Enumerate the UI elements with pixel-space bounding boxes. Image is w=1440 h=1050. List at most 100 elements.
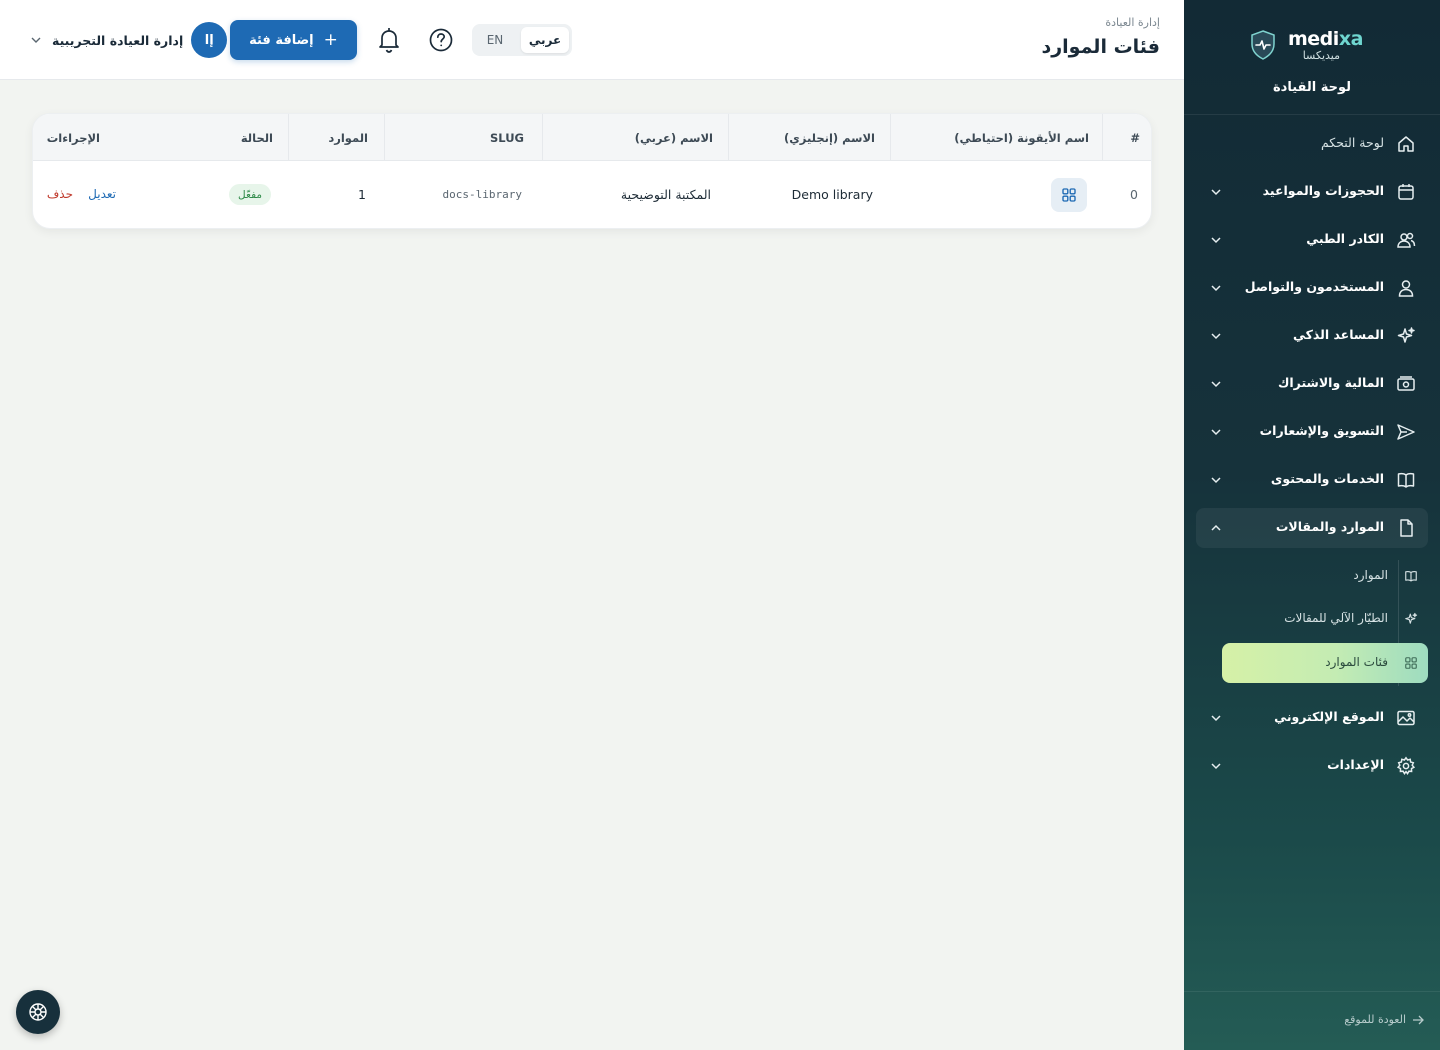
shield-logo-icon — [1251, 30, 1275, 60]
send-icon — [1397, 424, 1415, 440]
sidebar-item-resources[interactable]: الموارد والمقالات — [1196, 508, 1428, 548]
book-icon — [1405, 571, 1417, 582]
edit-link[interactable]: تعديل — [88, 187, 116, 201]
chevron-down-icon — [1211, 715, 1221, 722]
column-separator — [384, 114, 385, 161]
sidebar-subitem-label: الموارد — [1353, 568, 1388, 582]
sidebar-nav: لوحة التحكم الحجوزات والمواعيد الكادر ال… — [1196, 124, 1428, 794]
sparkles-icon — [1397, 327, 1415, 343]
sidebar-item-label: الكادر الطبي — [1306, 231, 1384, 246]
sidebar-item-ai-assistant[interactable]: المساعد الذكي — [1196, 316, 1428, 356]
plus-icon: + — [323, 29, 338, 50]
sidebar-subitem-label: فئات الموارد — [1325, 655, 1388, 669]
language-toggle: عربي EN — [472, 24, 572, 56]
sidebar-item-label: المستخدمون والتواصل — [1244, 279, 1384, 294]
sidebar-subitem-article-autopilot[interactable]: الطيّار الآلي للمقالات — [1222, 599, 1428, 639]
sidebar-footer-divider — [1184, 991, 1440, 992]
sidebar-item-marketing[interactable]: التسويق والإشعارات — [1196, 412, 1428, 452]
column-header-index: # — [1130, 131, 1140, 145]
category-name-en: Demo library — [791, 187, 873, 202]
brand-subtitle: ميديكسا — [1302, 49, 1340, 62]
column-header-name-ar: الاسم (عربي) — [634, 131, 713, 145]
accessibility-icon — [29, 1003, 47, 1021]
chevron-down-icon — [1211, 381, 1221, 388]
account-name: إدارة العيادة التجريبية — [52, 32, 184, 48]
column-separator — [288, 114, 289, 161]
sidebar-item-settings[interactable]: الإعدادات — [1196, 746, 1428, 786]
sidebar-item-label: المساعد الذكي — [1293, 327, 1384, 342]
users-icon — [1397, 232, 1416, 248]
column-header-slug: SLUG — [490, 131, 524, 145]
chevron-down-icon — [1211, 763, 1221, 770]
account-menu[interactable]: إا إدارة العيادة التجريبية — [30, 22, 228, 58]
sidebar: medixa ميديكسا لوحة القيادة لوحة التحكم … — [1184, 0, 1440, 1050]
category-slug: docs-library — [442, 188, 522, 201]
sidebar-item-label: المالية والاشتراك — [1277, 375, 1384, 390]
column-separator — [890, 114, 891, 161]
chevron-down-icon — [1211, 333, 1221, 340]
sidebar-item-label: الحجوزات والمواعيد — [1262, 183, 1384, 198]
page-title: فئات الموارد — [1041, 36, 1160, 58]
sidebar-item-label: الخدمات والمحتوى — [1270, 471, 1384, 486]
column-header-status: الحالة — [240, 131, 273, 145]
file-icon — [1400, 519, 1413, 537]
home-icon — [1398, 136, 1414, 152]
chevron-down-icon — [1211, 285, 1221, 292]
column-header-actions: الإجراءات — [46, 131, 100, 145]
brand-name: medixa — [1288, 28, 1363, 50]
sidebar-subitem-label: الطيّار الآلي للمقالات — [1284, 611, 1388, 625]
sidebar-item-label: الموقع الإلكتروني — [1274, 709, 1384, 724]
categories-table: # اسم الأيقونة (احتياطي) الاسم (إنجليزي)… — [32, 113, 1152, 229]
sidebar-divider — [1184, 114, 1440, 115]
sidebar-item-label: الموارد والمقالات — [1275, 519, 1384, 534]
image-icon — [1397, 710, 1415, 726]
grid-icon — [1062, 188, 1076, 202]
sidebar-item-label: الإعدادات — [1327, 757, 1384, 772]
chevron-down-icon — [1211, 429, 1221, 436]
column-header-icon-name: اسم الأيقونة (احتياطي) — [954, 131, 1089, 145]
calendar-icon — [1398, 184, 1414, 200]
bell-icon[interactable] — [376, 26, 402, 54]
sidebar-item-label: التسويق والإشعارات — [1259, 423, 1384, 438]
table-header: # اسم الأيقونة (احتياطي) الاسم (إنجليزي)… — [33, 114, 1151, 161]
sidebar-item-label: لوحة التحكم — [1320, 135, 1384, 150]
money-icon — [1397, 376, 1415, 391]
gear-icon — [1396, 756, 1416, 775]
column-header-name-en: الاسم (إنجليزي) — [784, 131, 875, 145]
add-category-button[interactable]: + إضافة فئة — [230, 20, 357, 60]
sidebar-item-services[interactable]: الخدمات والمحتوى — [1196, 460, 1428, 500]
chevron-down-icon — [1211, 477, 1221, 484]
breadcrumb[interactable]: إدارة العيادة — [1105, 16, 1160, 29]
chevron-up-icon — [1211, 524, 1221, 531]
avatar: إا — [191, 22, 228, 58]
back-to-site-label: العودة للموقع — [1344, 1013, 1406, 1026]
sidebar-subitem-resources[interactable]: الموارد — [1222, 556, 1428, 596]
brand-logo-block[interactable]: medixa ميديكسا — [1184, 28, 1440, 68]
book-icon — [1397, 472, 1415, 488]
top-header: إدارة العيادة فئات الموارد عربي EN + إضا… — [0, 0, 1184, 80]
category-resource-count: 1 — [358, 187, 366, 202]
column-header-resources: الموارد — [328, 131, 368, 145]
sidebar-item-medical-staff[interactable]: الكادر الطبي — [1196, 220, 1428, 260]
sparkles-icon — [1405, 612, 1418, 624]
chevron-down-icon — [31, 37, 41, 43]
column-separator — [1102, 114, 1103, 161]
back-to-site-link[interactable]: العودة للموقع — [1344, 1013, 1424, 1026]
help-icon[interactable] — [428, 27, 454, 53]
column-separator — [728, 114, 729, 161]
category-icon-preview — [1051, 178, 1087, 212]
sidebar-item-finance[interactable]: المالية والاشتراك — [1196, 364, 1428, 404]
accessibility-button[interactable] — [16, 990, 60, 1034]
sidebar-subitem-resource-categories[interactable]: فئات الموارد — [1222, 643, 1428, 683]
sidebar-heading: لوحة القيادة — [1272, 80, 1352, 95]
status-badge: مفعّل — [229, 184, 271, 205]
lang-english-button[interactable]: EN — [475, 27, 515, 53]
sidebar-item-bookings[interactable]: الحجوزات والمواعيد — [1196, 172, 1428, 212]
delete-link[interactable]: حذف — [47, 187, 73, 201]
user-icon — [1398, 280, 1414, 297]
lang-arabic-button[interactable]: عربي — [521, 27, 569, 53]
sidebar-item-users[interactable]: المستخدمون والتواصل — [1196, 268, 1428, 308]
sidebar-item-dashboard[interactable]: لوحة التحكم — [1196, 124, 1428, 164]
sidebar-item-website[interactable]: الموقع الإلكتروني — [1196, 698, 1428, 738]
sidebar-subnav-resources: الموارد الطيّار الآلي للمقالات فئات المو… — [1196, 556, 1428, 690]
